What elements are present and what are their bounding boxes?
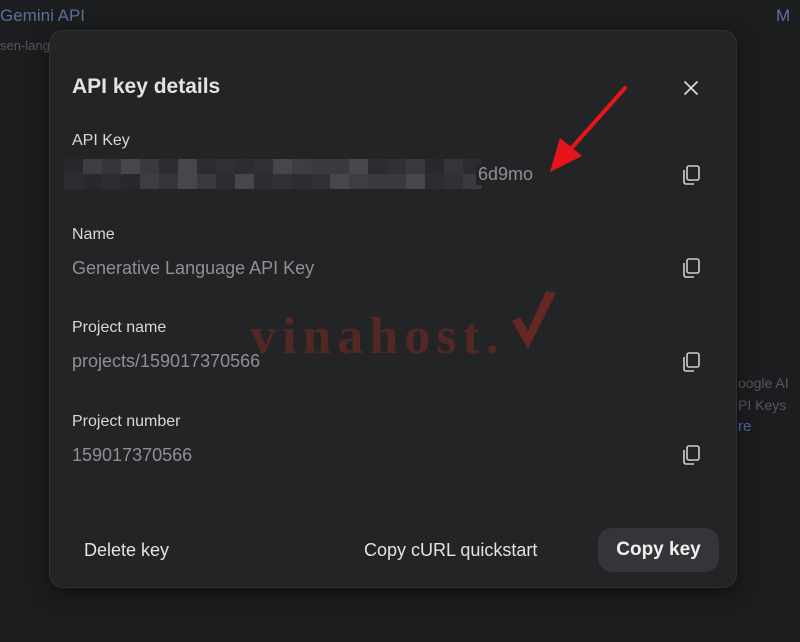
dialog-title: API key details [72,75,221,98]
watermark-text: vinahost. [250,308,505,365]
delete-key-button[interactable]: Delete key [84,528,169,572]
copy-icon [683,445,700,465]
bg-right-text-2: PI Keys [738,397,787,413]
project-number-value: 159017370566 [72,445,193,465]
api-key-redacted [64,159,482,189]
red-arrow-icon [550,86,627,172]
bg-right-label: M [776,6,791,25]
copy-name-button[interactable] [678,255,704,281]
name-label: Name [72,226,115,243]
bg-header-title: Gemini API [0,6,86,25]
close-button[interactable] [678,75,704,101]
copy-icon [683,352,700,372]
copy-key-button[interactable]: Copy key [598,528,719,572]
project-name-value: projects/159017370566 [72,351,261,371]
project-name-label: Project name [72,319,167,336]
copy-icon [683,165,700,185]
vinahost-logo: vinahost. [250,291,556,365]
copy-project-number-button[interactable] [678,442,704,468]
name-value: Generative Language API Key [72,258,315,278]
project-number-label: Project number [72,413,181,430]
copy-curl-quickstart-button[interactable]: Copy cURL quickstart [364,528,537,572]
close-icon [684,81,698,95]
bg-right-link[interactable]: re [738,418,751,435]
api-key-label: API Key [72,132,130,149]
bg-header-sub: sen-lang [0,38,50,53]
copy-api-key-button[interactable] [678,162,704,188]
copy-icon [683,258,700,278]
bg-right-text-1: oogle AI [738,375,789,391]
copy-project-name-button[interactable] [678,349,704,375]
